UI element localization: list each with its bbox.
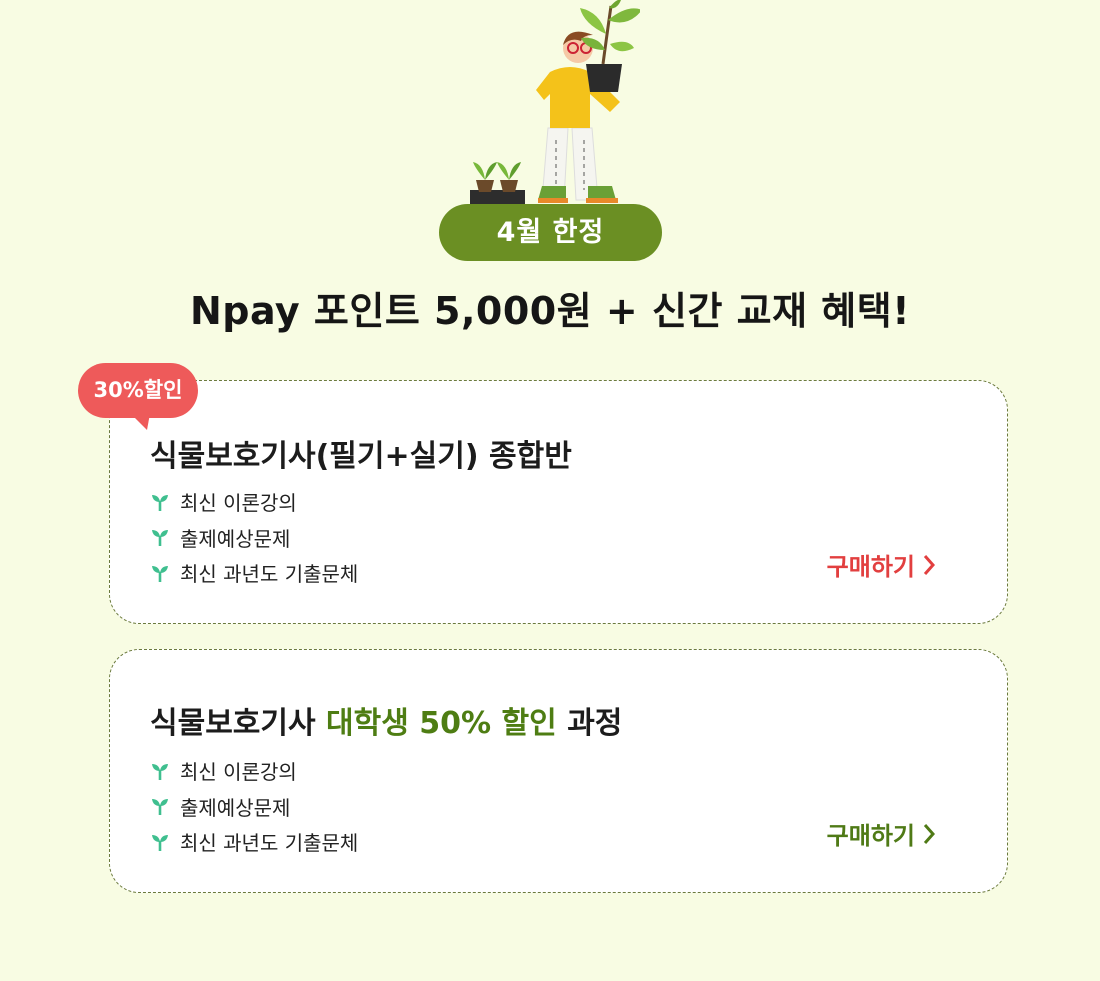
- sprout-icon: [152, 565, 168, 582]
- course-title-prefix: 식물보호기사: [150, 706, 327, 741]
- feature-label: 출제예상문제: [180, 526, 291, 551]
- course-card-general: 식물보호기사(필기+실기) 종합반 최신 이론강의 출제예상문제 최신 과년도 …: [109, 380, 1008, 624]
- feature-label: 최신 이론강의: [180, 491, 297, 516]
- feature-item: 최신 이론강의: [150, 753, 358, 789]
- feature-item: 최신 과년도 기출문체: [150, 824, 358, 860]
- feature-label: 출제예상문제: [180, 795, 291, 820]
- chevron-right-icon: [923, 823, 935, 844]
- buy-button-label: 구매하기: [826, 553, 915, 581]
- feature-label: 최신 과년도 기출문체: [180, 562, 359, 587]
- feature-item: 출제예상문제: [150, 520, 358, 556]
- course-card-student: 식물보호기사 대학생 50% 할인 과정 최신 이론강의 출제예상문제 최신 과…: [109, 649, 1008, 893]
- feature-list: 최신 이론강의 출제예상문제 최신 과년도 기출문체: [150, 484, 358, 591]
- course-title: 식물보호기사 대학생 50% 할인 과정: [150, 698, 622, 742]
- feature-item: 출제예상문제: [150, 789, 358, 825]
- sprout-icon: [152, 494, 168, 511]
- sprout-icon: [152, 763, 168, 780]
- feature-item: 최신 과년도 기출문체: [150, 555, 358, 591]
- buy-button[interactable]: 구매하기: [827, 816, 935, 851]
- sprout-icon: [152, 530, 168, 547]
- sprout-icon: [152, 799, 168, 816]
- course-title-suffix: 과정: [556, 706, 623, 741]
- feature-list: 최신 이론강의 출제예상문제 최신 과년도 기출문체: [150, 753, 358, 860]
- buy-button-label: 구매하기: [826, 822, 915, 850]
- month-limited-badge: 4월 한정: [439, 204, 662, 261]
- buy-button[interactable]: 구매하기: [827, 547, 935, 582]
- discount-tag: 30%할인: [78, 363, 198, 418]
- promo-headline: Npay 포인트 5,000원 + 신간 교재 혜택!: [189, 289, 911, 333]
- feature-item: 최신 이론강의: [150, 484, 358, 520]
- chevron-right-icon: [923, 554, 935, 575]
- feature-label: 최신 이론강의: [180, 760, 297, 785]
- hero-illustration: [470, 0, 640, 210]
- course-title: 식물보호기사(필기+실기) 종합반: [150, 439, 572, 474]
- course-title-highlight: 대학생 50% 할인: [326, 706, 557, 741]
- feature-label: 최신 과년도 기출문체: [180, 831, 359, 856]
- sprout-icon: [152, 834, 168, 851]
